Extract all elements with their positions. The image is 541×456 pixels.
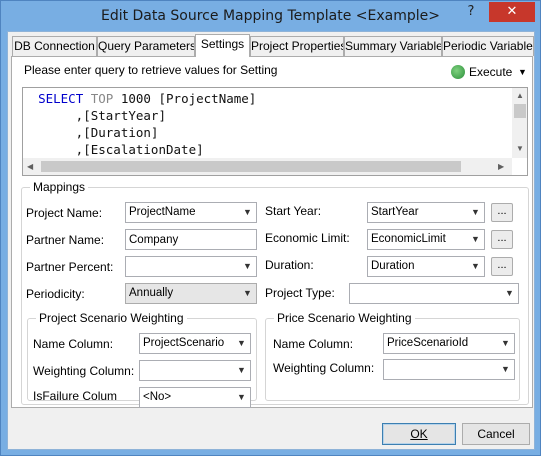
chevron-down-icon[interactable]: ▼ [497, 360, 514, 379]
tab-query-parameters[interactable]: Query Parameters [97, 36, 195, 56]
sql-line: ,[EscalationDate] [23, 142, 204, 157]
duration-combo[interactable]: Duration ▼ [367, 256, 485, 277]
project-name-column-label: Name Column: [33, 337, 114, 351]
economic-limit-label: Economic Limit: [265, 231, 350, 245]
sql-keyword: TOP [90, 91, 114, 106]
economic-limit-value: EconomicLimit [371, 233, 446, 245]
is-failure-column-combo[interactable]: <No> ▼ [139, 387, 251, 408]
project-name-column-combo[interactable]: ProjectScenario ▼ [139, 333, 251, 354]
project-name-column-value: ProjectScenario [143, 337, 225, 349]
partner-percent-combo[interactable]: ▼ [125, 256, 257, 277]
chevron-down-icon[interactable]: ▼ [467, 203, 484, 222]
economic-limit-browse-button[interactable]: ... [491, 230, 513, 249]
query-prompt: Please enter query to retrieve values fo… [24, 63, 278, 77]
cancel-label: Cancel [477, 427, 515, 441]
periodicity-value: Annually [129, 287, 174, 299]
horizontal-scrollbar[interactable]: ◀ ▶ [23, 158, 512, 175]
price-weighting-column-label: Weighting Column: [273, 361, 375, 375]
chevron-down-icon[interactable]: ▼ [467, 257, 484, 276]
sql-number: 1000 [120, 91, 151, 106]
scroll-right-icon[interactable]: ▶ [498, 162, 504, 172]
chevron-down-icon[interactable]: ▼ [233, 361, 250, 380]
sql-keyword: SELECT [38, 91, 84, 106]
project-type-combo[interactable]: ▼ [349, 283, 519, 304]
tab-db-connection[interactable]: DB Connection [12, 36, 97, 56]
chevron-down-icon[interactable]: ▼ [233, 388, 250, 407]
vertical-scroll-thumb[interactable] [514, 104, 526, 118]
start-year-label: Start Year: [265, 204, 322, 218]
ok-label: OK [410, 427, 428, 441]
ok-button[interactable]: OK [382, 423, 456, 445]
start-year-value: StartYear [371, 206, 419, 218]
economic-limit-combo[interactable]: EconomicLimit ▼ [367, 229, 485, 250]
partner-name-field[interactable] [125, 229, 257, 250]
mappings-title: Mappings [30, 180, 89, 194]
project-weighting-column-combo[interactable]: ▼ [139, 360, 251, 381]
query-text[interactable]: SELECT TOP 1000 [ProjectName] ,[StartYea… [23, 90, 513, 158]
chevron-down-icon[interactable]: ▼ [239, 257, 256, 276]
start-year-browse-button[interactable]: ... [491, 203, 513, 222]
tab-project-properties[interactable]: Project Properties [250, 36, 344, 56]
price-name-column-label: Name Column: [273, 337, 354, 351]
sql-text: [ProjectName] [150, 91, 257, 106]
vertical-scrollbar[interactable]: ▲ ▼ [512, 88, 527, 158]
duration-browse-button[interactable]: ... [491, 257, 513, 276]
partner-percent-label: Partner Percent: [26, 260, 114, 274]
project-weighting-column-label: Weighting Column: [33, 364, 135, 378]
duration-label: Duration: [265, 258, 314, 272]
execute-label: Execute [469, 65, 513, 79]
chevron-down-icon[interactable]: ▼ [518, 61, 527, 83]
periodicity-combo[interactable]: Annually ▼ [125, 283, 257, 304]
settings-panel: Please enter query to retrieve values fo… [11, 56, 533, 408]
title-bar[interactable]: Edit Data Source Mapping Template <Examp… [1, 1, 540, 31]
is-failure-column-value: <No> [143, 391, 172, 403]
scroll-down-icon[interactable]: ▼ [516, 144, 524, 154]
scroll-left-icon[interactable]: ◀ [27, 162, 33, 172]
price-name-column-combo[interactable]: PriceScenarioId ▼ [383, 333, 515, 354]
scroll-up-icon[interactable]: ▲ [516, 91, 524, 101]
partner-name-input[interactable] [126, 230, 256, 249]
price-scenario-title: Price Scenario Weighting [274, 311, 415, 325]
project-scenario-title: Project Scenario Weighting [36, 311, 187, 325]
price-weighting-column-combo[interactable]: ▼ [383, 359, 515, 380]
is-failure-column-label: IsFailure Colum [33, 389, 118, 403]
project-type-label: Project Type: [265, 286, 335, 300]
execute-icon [451, 65, 465, 79]
start-year-combo[interactable]: StartYear ▼ [367, 202, 485, 223]
execute-button[interactable]: Execute ▼ [448, 61, 530, 83]
project-name-value: ProjectName [129, 206, 196, 218]
project-name-combo[interactable]: ProjectName ▼ [125, 202, 257, 223]
duration-value: Duration [371, 260, 415, 272]
query-editor[interactable]: SELECT TOP 1000 [ProjectName] ,[StartYea… [22, 87, 528, 176]
chevron-down-icon[interactable]: ▼ [501, 284, 518, 303]
sql-line: ,[Duration] [23, 125, 159, 140]
chevron-down-icon[interactable]: ▼ [239, 284, 256, 303]
tab-settings[interactable]: Settings [195, 34, 250, 57]
chevron-down-icon[interactable]: ▼ [467, 230, 484, 249]
project-name-label: Project Name: [26, 206, 103, 220]
sql-line: ,[StartYear] [23, 108, 166, 123]
dialog-client-area: DB Connection Query Parameters Settings … [7, 31, 535, 450]
tab-periodic-variables[interactable]: Periodic Variables [442, 36, 534, 56]
chevron-down-icon[interactable]: ▼ [233, 334, 250, 353]
partner-name-label: Partner Name: [26, 233, 105, 247]
chevron-down-icon[interactable]: ▼ [239, 203, 256, 222]
close-button[interactable]: ✕ [489, 2, 535, 22]
cancel-button[interactable]: Cancel [462, 423, 530, 445]
horizontal-scroll-thumb[interactable] [41, 161, 461, 172]
tab-summary-variables[interactable]: Summary Variables [344, 36, 442, 56]
help-button[interactable]: ? [456, 2, 486, 22]
dialog-window: Edit Data Source Mapping Template <Examp… [0, 0, 541, 456]
chevron-down-icon[interactable]: ▼ [497, 334, 514, 353]
periodicity-label: Periodicity: [26, 287, 85, 301]
price-name-column-value: PriceScenarioId [387, 337, 469, 349]
